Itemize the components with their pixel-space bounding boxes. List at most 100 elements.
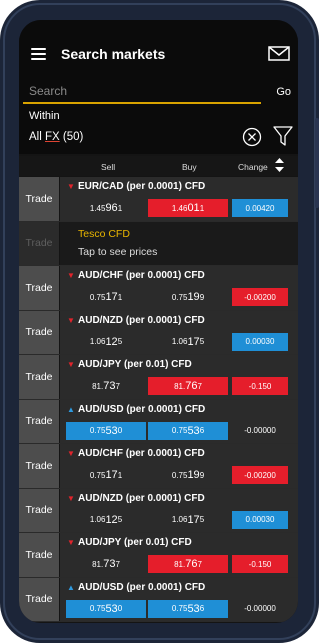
price-down-arrow-icon: ▼ — [67, 493, 75, 503]
buy-price-part: 1.46 — [171, 203, 188, 213]
buy-price-cell[interactable]: 0.75 19 9 — [148, 466, 228, 484]
market-row-body[interactable]: ▼ AUD/NZD (per 0.0001) CFD 1.06 12 5 1.06 17 5 0… — [60, 488, 298, 532]
trade-button[interactable]: Trade — [19, 221, 59, 265]
buy-price-cell[interactable]: 0.75 53 6 — [148, 421, 228, 440]
price-down-arrow-icon: ▼ — [67, 182, 75, 191]
market-row[interactable]: Trade ▼ AUD/CHF (per 0.0001) CFD 0.75 17 1 0.7… — [19, 266, 298, 311]
market-row[interactable]: Trade ▼ EUR/CAD (per 0.0001) CFD 1.45 96 1 1.4… — [19, 177, 298, 222]
buy-price-part: 1 — [199, 203, 205, 213]
trade-button[interactable]: Trade — [19, 399, 59, 443]
hamburger-menu-icon[interactable] — [31, 48, 46, 60]
buy-price-cell[interactable]: 1.46 01 1 — [148, 199, 228, 217]
market-row-body[interactable]: ▼ AUD/JPY (per 0.01) CFD 81. 73 7 81. 76 7 -0.15… — [60, 355, 298, 399]
market-row-body[interactable]: ▼ AUD/NZD (per 0.0001) CFD 1.06 12 5 1.06 17 5 0… — [60, 310, 298, 354]
sell-price-part: 17 — [105, 291, 118, 303]
market-name: AUD/CHF (per 0.0001) CFD — [78, 448, 205, 459]
buy-price-cell[interactable]: 0.75 53 6 — [148, 599, 228, 618]
mail-icon[interactable] — [268, 46, 290, 61]
clear-filter-icon[interactable] — [242, 127, 262, 147]
sell-price-cell[interactable]: 1.06 12 5 — [66, 333, 146, 351]
market-name: Tesco CFD — [78, 227, 130, 240]
trade-button[interactable]: Trade — [19, 266, 59, 310]
market-row[interactable]: Trade ▲ AUD/USD (per 0.0001) CFD 0.75 53 0 0.7… — [19, 399, 298, 444]
trade-button[interactable]: Trade — [19, 577, 59, 621]
buy-price-cell[interactable]: 1.06 17 5 — [148, 511, 228, 529]
buy-price-cell[interactable]: 0.75 19 9 — [148, 288, 228, 306]
market-row-body[interactable]: Tesco CFD Tap to see prices — [60, 221, 298, 265]
sell-price-part: 0.75 — [89, 470, 106, 480]
sell-price-cell[interactable]: 1.06 12 5 — [66, 511, 146, 529]
sell-price-cell[interactable]: 1.45 96 1 — [66, 199, 146, 217]
buy-price-part: 9 — [199, 292, 205, 302]
trade-button[interactable]: Trade — [19, 533, 59, 577]
filter-funnel-icon[interactable] — [273, 125, 293, 147]
sell-price-cell[interactable]: 81. 73 7 — [66, 555, 146, 573]
change-value: -0.00200 — [232, 466, 288, 484]
buy-price-cell[interactable]: 81. 76 7 — [148, 555, 228, 573]
sell-column-label: Sell — [101, 162, 116, 172]
buy-price-part: 17 — [187, 335, 200, 348]
sell-price-part: 1.45 — [89, 203, 106, 213]
price-down-arrow-icon: ▼ — [67, 449, 75, 458]
market-name: AUD/CHF (per 0.0001) CFD — [78, 270, 205, 281]
buy-price-part: 19 — [187, 291, 200, 303]
filter-market: FX — [44, 131, 60, 143]
trade-button[interactable]: Trade — [19, 310, 59, 354]
buy-price-part: 1.06 — [171, 337, 188, 346]
change-value: -0.150 — [232, 555, 288, 573]
market-row[interactable]: Trade ▼ AUD/JPY (per 0.01) CFD 81. 73 7 81. 76 7… — [19, 355, 298, 400]
market-row-body[interactable]: ▲ AUD/USD (per 0.0001) CFD 0.75 53 0 0.75 53 6-… — [60, 577, 298, 621]
trade-button[interactable]: Trade — [19, 488, 59, 532]
sell-price-cell[interactable]: 0.75 53 0 — [66, 599, 146, 618]
market-row-body[interactable]: ▼ AUD/JPY (per 0.01) CFD 81. 73 7 81. 76 7 -0.15… — [60, 533, 298, 577]
market-row-body[interactable]: ▲ AUD/USD (per 0.0001) CFD 0.75 53 0 0.75 53 6-… — [60, 399, 298, 443]
buy-price-cell[interactable]: 81. 76 7 — [148, 377, 228, 395]
sell-price-part: 0 — [117, 604, 123, 613]
sell-price-part: 73 — [103, 380, 116, 392]
sell-price-part: 5 — [117, 337, 123, 346]
go-button[interactable]: Go — [276, 86, 291, 98]
change-value: 0.00030 — [232, 510, 288, 529]
market-row[interactable]: Trade ▼ AUD/NZD (per 0.0001) CFD 1.06 12 5 1.0… — [19, 310, 298, 355]
market-row[interactable]: Trade ▼ AUD/JPY (per 0.01) CFD 81. 73 7 81. 76 7… — [19, 533, 298, 578]
change-column-label[interactable]: Change — [238, 162, 268, 172]
filter-prefix: All — [29, 131, 45, 143]
buy-price-part: 0.75 — [171, 604, 188, 613]
buy-price-part: 6 — [199, 604, 205, 613]
filter-selector[interactable]: All FX (50) — [29, 131, 83, 143]
sell-price-cell[interactable]: 81. 73 7 — [66, 377, 146, 395]
sell-price-part: 12 — [105, 335, 118, 348]
market-row[interactable]: Trade ▼ AUD/CHF (per 0.0001) CFD 0.75 17 1 0.7… — [19, 444, 298, 489]
trade-button[interactable]: Trade — [19, 355, 59, 399]
market-row-body[interactable]: ▼ EUR/CAD (per 0.0001) CFD 1.45 96 1 1.46 01 1 0… — [60, 177, 298, 221]
market-row[interactable]: Trade ▲ AUD/USD (per 0.0001) CFD 0.75 53 0 0.7… — [19, 577, 298, 622]
change-value: -0.00200 — [232, 288, 288, 306]
sell-price-cell[interactable]: 0.75 53 0 — [66, 421, 146, 440]
buy-price-part: 0.75 — [171, 426, 188, 435]
market-name: AUD/USD (per 0.0001) CFD — [78, 581, 206, 593]
price-up-arrow-icon: ▲ — [67, 404, 75, 414]
sell-price-cell[interactable]: 0.75 17 1 — [66, 288, 146, 306]
change-value: -0.00000 — [244, 604, 276, 613]
sell-price-cell[interactable]: 0.75 17 1 — [66, 466, 146, 484]
market-name: AUD/NZD (per 0.0001) CFD — [78, 492, 205, 504]
market-row-body[interactable]: ▼ AUD/CHF (per 0.0001) CFD 0.75 17 1 0.75 19 9-… — [60, 266, 298, 310]
change-value: 0.00030 — [232, 332, 288, 351]
buy-price-part: 1.06 — [171, 515, 188, 524]
sell-price-part: 1 — [117, 292, 123, 302]
search-panel: Go Within All FX (50) — [19, 76, 298, 154]
sell-price-part: 7 — [115, 559, 120, 569]
trade-button[interactable]: Trade — [19, 444, 59, 488]
sell-price-part: 53 — [105, 602, 118, 615]
market-row-tesco[interactable]: Trade Tesco CFD Tap to see prices — [19, 221, 298, 266]
buy-price-part: 0.75 — [171, 292, 188, 302]
buy-price-cell[interactable]: 1.06 17 5 — [148, 333, 228, 351]
sort-icon[interactable] — [275, 158, 284, 172]
market-row[interactable]: Trade ▼ AUD/NZD (per 0.0001) CFD 1.06 12 5 1.0… — [19, 488, 298, 533]
sell-price-part: 7 — [115, 381, 120, 391]
search-input[interactable] — [23, 80, 261, 104]
trade-button[interactable]: Trade — [19, 177, 59, 221]
market-row-body[interactable]: ▼ AUD/CHF (per 0.0001) CFD 0.75 17 1 0.75 19 9-… — [60, 444, 298, 488]
buy-price-part: 9 — [199, 470, 205, 480]
sell-price-part: 12 — [105, 513, 118, 526]
